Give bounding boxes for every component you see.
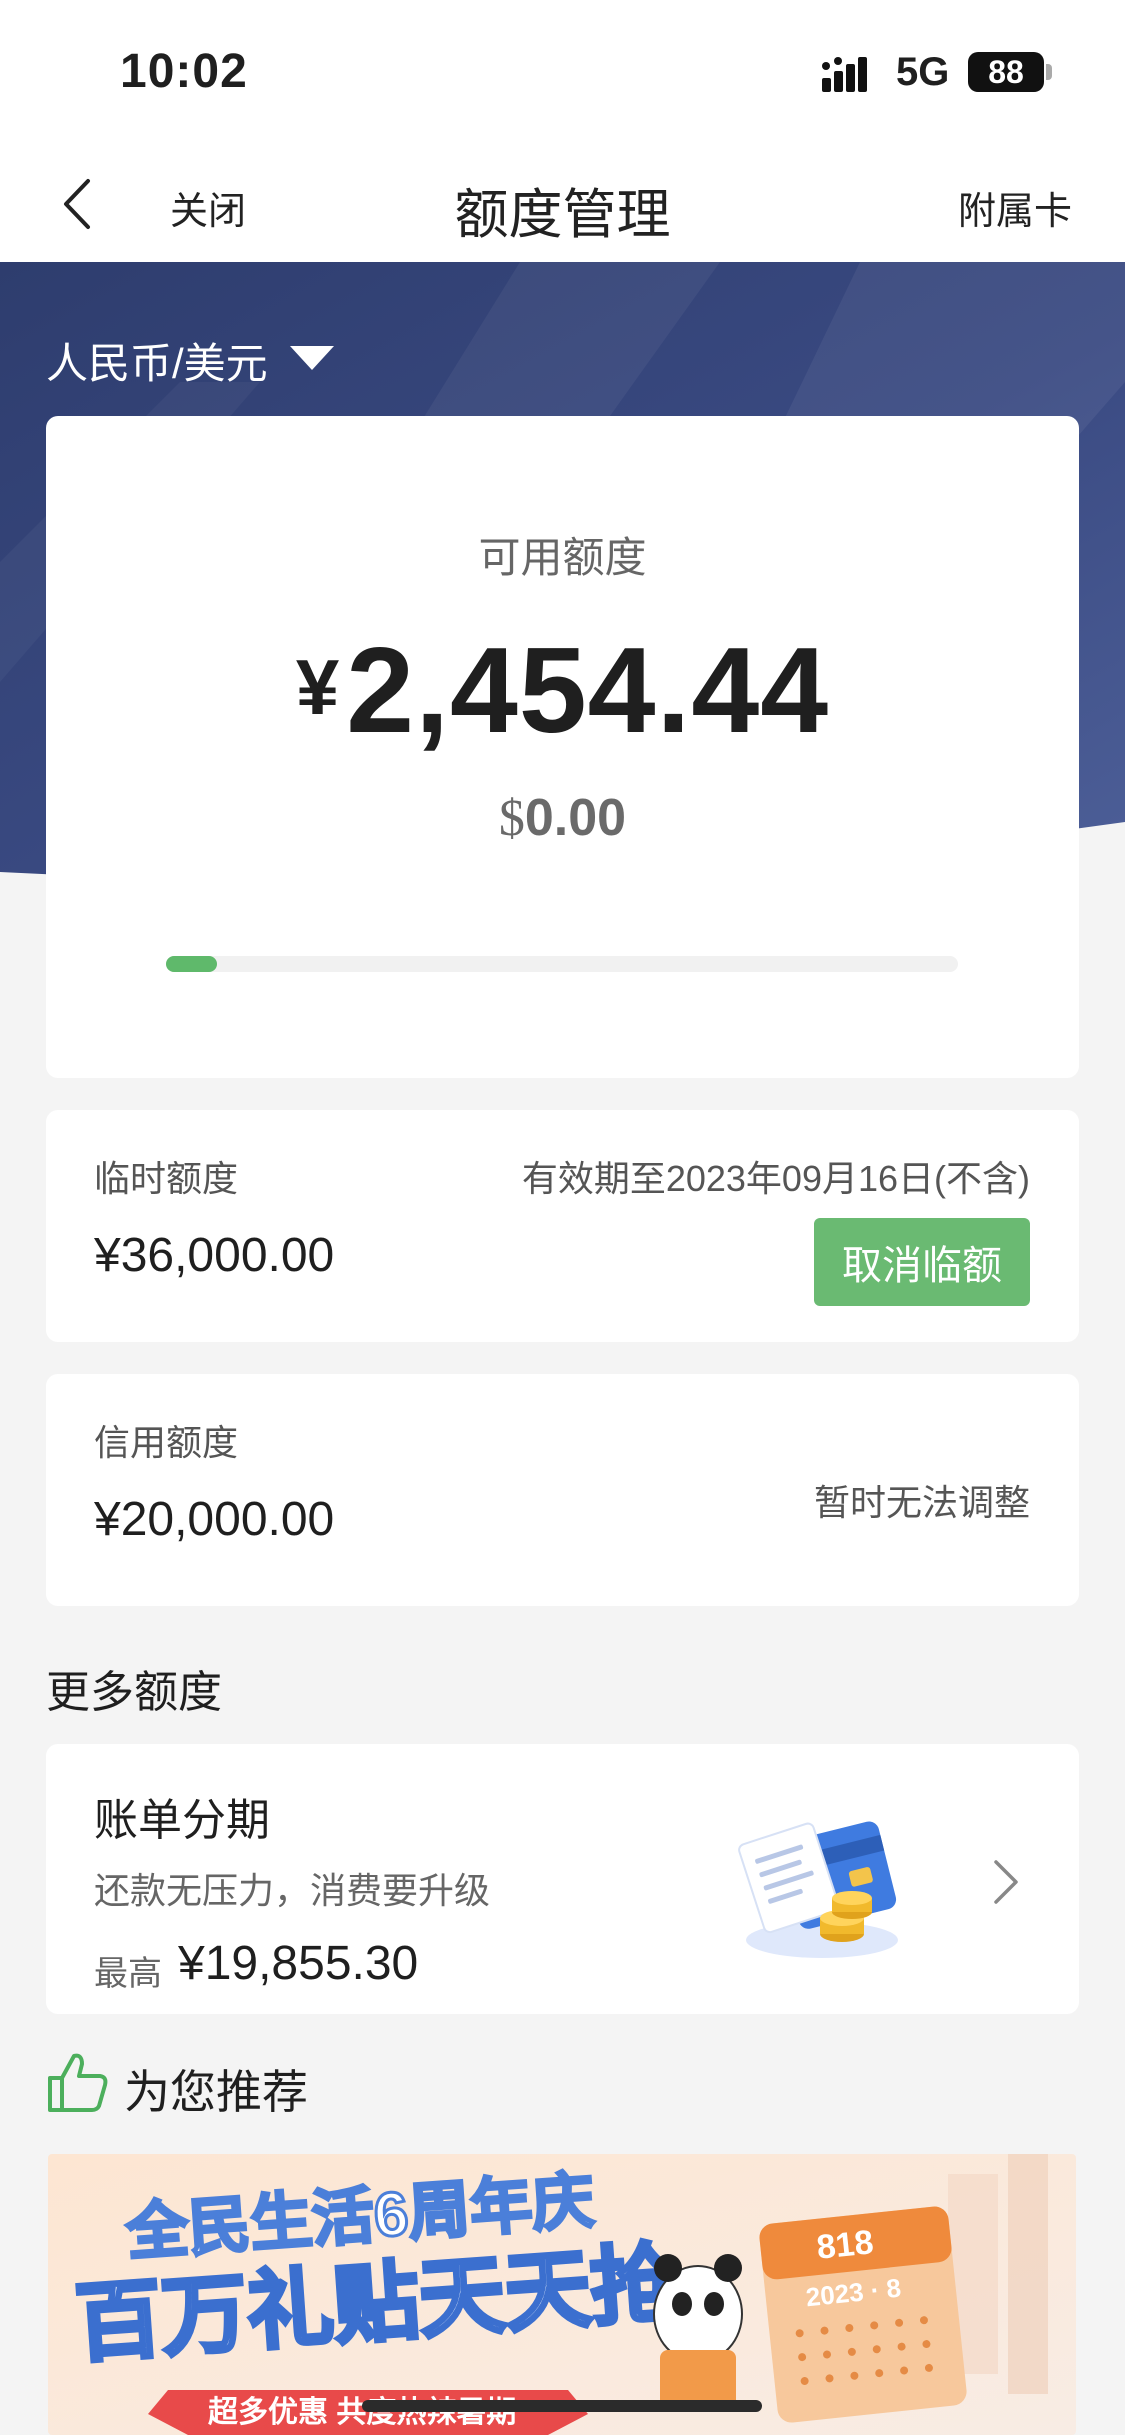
temporary-limit-validity: 有效期至2023年09月16日(不含) xyxy=(521,1158,1030,1199)
cny-symbol: ¥ xyxy=(295,643,341,731)
usd-value: 0.00 xyxy=(524,789,627,847)
temporary-limit-label: 临时额度 xyxy=(94,1158,239,1199)
calendar-top-text: 818 xyxy=(815,2223,875,2267)
currency-selector[interactable]: 人民币/美元 xyxy=(46,330,268,391)
recommend-title: 为您推荐 xyxy=(124,2066,308,2118)
more-limits-title: 更多额度 xyxy=(46,1668,222,1717)
supplementary-card-button[interactable]: 附属卡 xyxy=(958,180,1072,235)
installment-max-label: 最高 xyxy=(94,1955,162,1993)
signal-icon xyxy=(822,57,867,92)
battery-icon: 88 xyxy=(968,52,1044,92)
home-indicator[interactable] xyxy=(362,2400,762,2412)
available-limit-cny: ¥2,454.44 xyxy=(46,620,1079,760)
temporary-limit-amount: ¥36,000.00 xyxy=(94,1229,335,1282)
usd-symbol: $ xyxy=(498,790,525,847)
credit-limit-note: 暂时无法调整 xyxy=(813,1482,1030,1523)
promo-banner[interactable]: 超多优惠 共度热辣暑期 全民生活6周年庆 百万礼贴天天抢 818 2023 · … xyxy=(48,2154,1076,2435)
network-label: 5G xyxy=(896,50,950,94)
credit-limit-amount: ¥20,000.00 xyxy=(94,1493,335,1546)
caret-down-icon[interactable] xyxy=(290,346,334,370)
usage-progress-fill xyxy=(166,956,217,972)
chevron-right-icon[interactable] xyxy=(990,1858,1020,1906)
usage-progress-track xyxy=(166,956,958,972)
status-time: 10:02 xyxy=(120,45,248,98)
thumbs-up-icon xyxy=(48,2053,108,2112)
cancel-temporary-limit-button[interactable]: 取消临额 xyxy=(814,1218,1030,1306)
calendar-illustration: 818 2023 · 8 xyxy=(759,2206,967,2423)
installment-max-value: ¥19,855.30 xyxy=(178,1937,419,1990)
panda-mascot xyxy=(653,2254,743,2410)
installment-description: 还款无压力，消费要升级 xyxy=(94,1870,491,1911)
available-limit-usd: $0.00 xyxy=(46,788,1079,848)
credit-limit-label: 信用额度 xyxy=(94,1422,239,1463)
page-title: 额度管理 xyxy=(454,185,671,245)
installment-title: 账单分期 xyxy=(94,1796,270,1845)
cny-value: 2,454.44 xyxy=(346,622,830,758)
bill-coins-illustration xyxy=(738,1821,898,1958)
battery-tip xyxy=(1046,64,1052,80)
available-limit-label: 可用额度 xyxy=(478,534,647,581)
